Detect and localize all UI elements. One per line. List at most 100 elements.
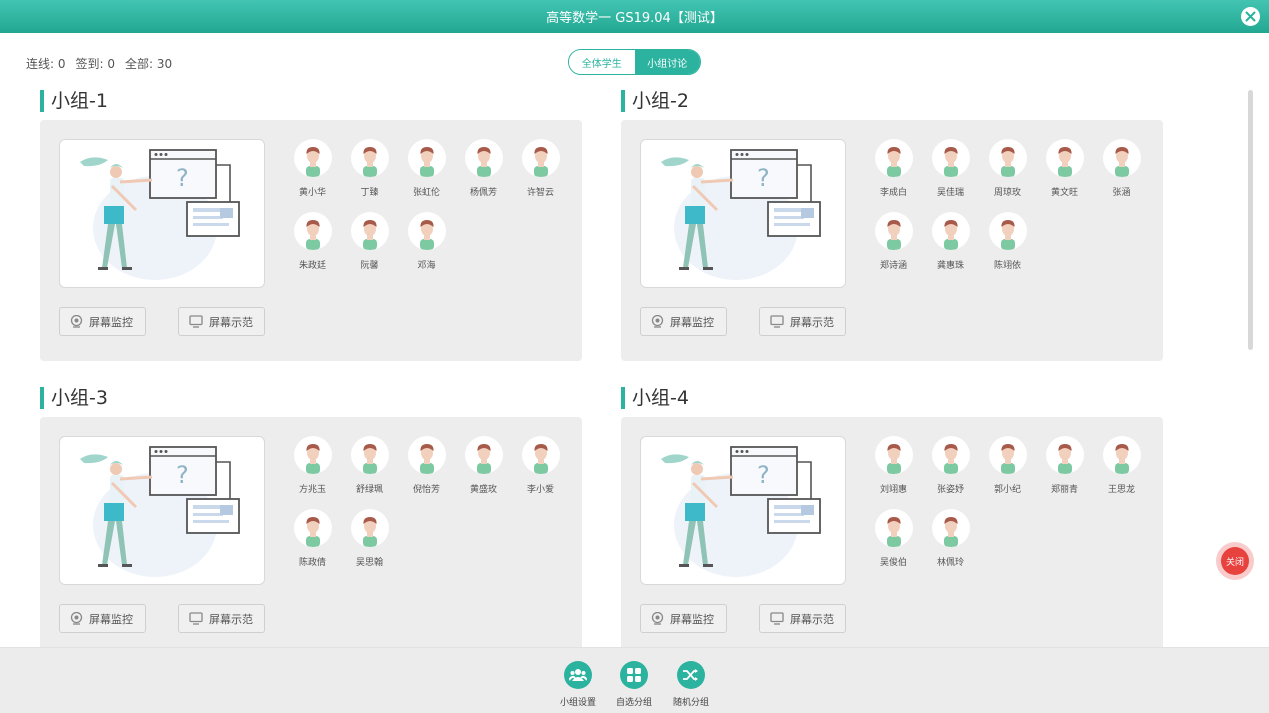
teacher-illustration-icon: ? (80, 149, 240, 280)
student-item[interactable]: 倪怡芳 (398, 436, 455, 509)
student-name: 王思龙 (1107, 485, 1135, 495)
student-item[interactable]: 丁臻 (341, 139, 398, 212)
student-item[interactable]: 黄盛玫 (455, 436, 512, 509)
student-item[interactable]: 黄小华 (284, 139, 341, 212)
tool-label: 随机分组 (672, 698, 709, 708)
avatar (988, 139, 1027, 177)
online-count: 连线: 0 (26, 57, 66, 71)
student-item[interactable]: 刘翊惠 (865, 436, 922, 509)
screen-monitor-button[interactable]: 屏幕监控 (640, 604, 727, 633)
avatar (1102, 436, 1141, 474)
member-list: 李成白 吴佳瑞 周琼玫 黄文旺 张涵 郑诗涵 龚惠珠 陈翊依 (865, 139, 1155, 285)
avatar (1102, 139, 1141, 177)
shuffle-icon (677, 661, 705, 689)
student-item[interactable]: 吴思翰 (341, 509, 398, 582)
view-toggle: 全体学生 小组讨论 (568, 49, 701, 75)
avatar (931, 509, 970, 547)
student-name: 邓海 (417, 261, 436, 271)
student-item[interactable]: 陈政倩 (284, 509, 341, 582)
screen-demo-button[interactable]: 屏幕示范 (759, 604, 846, 633)
student-item[interactable]: 张姿妤 (922, 436, 979, 509)
avatar (931, 139, 970, 177)
student-item[interactable]: 朱政廷 (284, 212, 341, 285)
scrollbar[interactable] (1248, 90, 1253, 350)
member-list: 方兆玉 舒绿珮 倪怡芳 黄盛玫 李小爱 陈政倩 吴思翰 (284, 436, 574, 582)
student-item[interactable]: 郑丽青 (1036, 436, 1093, 509)
student-item[interactable]: 吴俊伯 (865, 509, 922, 582)
student-item[interactable]: 郭小纪 (979, 436, 1036, 509)
student-name: 吴俊伯 (879, 558, 907, 568)
student-name: 吴佳瑞 (936, 188, 964, 198)
tab-group-discussion[interactable]: 小组讨论 (634, 50, 700, 74)
avatar (1045, 436, 1084, 474)
student-item[interactable]: 杨佩芳 (455, 139, 512, 212)
group-illustration: ? (640, 436, 846, 585)
screen-demo-button[interactable]: 屏幕示范 (178, 604, 265, 633)
student-name: 郑丽青 (1050, 485, 1078, 495)
teacher-illustration-icon: ? (80, 446, 240, 577)
group-settings-button[interactable]: 小组设置 (548, 661, 608, 708)
avatar (407, 139, 446, 177)
student-item[interactable]: 张虹伦 (398, 139, 455, 212)
custom-group-button[interactable]: 自选分组 (604, 661, 664, 708)
student-name: 陈政倩 (298, 558, 326, 568)
student-name: 周琼玫 (993, 188, 1021, 198)
window-title: 高等数学一 GS19.04【测试】 (546, 11, 723, 26)
student-item[interactable]: 张涵 (1093, 139, 1150, 212)
student-item[interactable]: 吴佳瑞 (922, 139, 979, 212)
bottom-toolbar: 小组设置 自选分组 随机分组 (0, 647, 1269, 713)
tool-label: 小组设置 (559, 698, 596, 708)
avatar (931, 436, 970, 474)
student-item[interactable]: 许智云 (512, 139, 569, 212)
student-item[interactable]: 邓海 (398, 212, 455, 285)
student-name: 倪怡芳 (412, 485, 440, 495)
tab-all-students[interactable]: 全体学生 (569, 50, 635, 74)
student-item[interactable]: 陈翊依 (979, 212, 1036, 285)
screen-demo-button[interactable]: 屏幕示范 (178, 307, 265, 336)
student-item[interactable]: 周琼玫 (979, 139, 1036, 212)
student-item[interactable]: 龚惠珠 (922, 212, 979, 285)
teacher-illustration-icon: ? (661, 446, 821, 577)
student-name: 郭小纪 (993, 485, 1021, 495)
avatar (293, 509, 332, 547)
svg-text:?: ? (757, 164, 770, 192)
student-item[interactable]: 王思龙 (1093, 436, 1150, 509)
close-icon (1245, 11, 1256, 22)
webcam-icon (70, 315, 83, 328)
group-title: 小组-4 (621, 387, 689, 409)
student-item[interactable]: 郑诗涵 (865, 212, 922, 285)
signed-count: 签到: 0 (75, 57, 116, 71)
screen-monitor-label: 屏幕监控 (89, 315, 133, 329)
student-item[interactable]: 林佩玲 (922, 509, 979, 582)
attendance-stats: 连线: 0 签到: 0 全部: 30 (26, 55, 172, 72)
student-item[interactable]: 阮馨 (341, 212, 398, 285)
student-item[interactable]: 李成白 (865, 139, 922, 212)
screen-monitor-button[interactable]: 屏幕监控 (59, 604, 146, 633)
student-name: 张姿妤 (936, 485, 964, 495)
member-list: 黄小华 丁臻 张虹伦 杨佩芳 许智云 朱政廷 阮馨 邓海 (284, 139, 574, 285)
student-item[interactable]: 方兆玉 (284, 436, 341, 509)
student-name: 黄小华 (298, 188, 326, 198)
screen-monitor-button[interactable]: 屏幕监控 (59, 307, 146, 336)
random-group-button[interactable]: 随机分组 (661, 661, 721, 708)
student-item[interactable]: 李小爱 (512, 436, 569, 509)
student-name: 刘翊惠 (879, 485, 907, 495)
student-item[interactable]: 黄文旺 (1036, 139, 1093, 212)
screen-demo-button[interactable]: 屏幕示范 (759, 307, 846, 336)
student-name: 方兆玉 (298, 485, 326, 495)
group-card: ? 李成白 吴佳瑞 周琼玫 黄文旺 张涵 郑诗涵 龚惠珠 陈翊依 屏幕监控 屏幕… (621, 120, 1163, 361)
close-window-button[interactable] (1241, 7, 1260, 26)
member-list: 刘翊惠 张姿妤 郭小纪 郑丽青 王思龙 吴俊伯 林佩玲 (865, 436, 1155, 582)
student-name: 吴思翰 (355, 558, 383, 568)
student-item[interactable]: 舒绿珮 (341, 436, 398, 509)
avatar (874, 212, 913, 250)
screen-monitor-label: 屏幕监控 (89, 612, 133, 626)
avatar (874, 139, 913, 177)
floating-close-button[interactable]: 关闭 (1216, 542, 1254, 580)
grid-icon (620, 661, 648, 689)
screen-monitor-button[interactable]: 屏幕监控 (640, 307, 727, 336)
svg-text:?: ? (176, 164, 189, 192)
avatar (988, 212, 1027, 250)
avatar (350, 212, 389, 250)
avatar (988, 436, 1027, 474)
